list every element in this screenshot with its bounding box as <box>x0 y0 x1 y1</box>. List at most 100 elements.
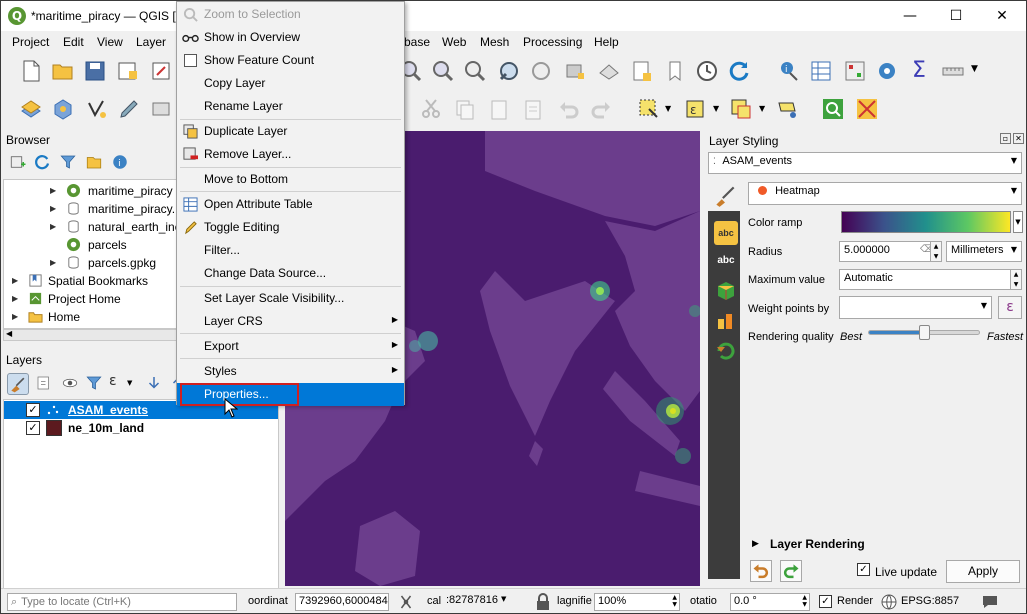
quality-slider-handle[interactable] <box>919 325 930 340</box>
rotation-spinner-icon[interactable]: ▲ ▼ <box>802 594 807 608</box>
menu-web[interactable]: Web <box>442 35 466 49</box>
messages-icon[interactable] <box>981 594 999 610</box>
magnifier-field[interactable]: 100% ▲ ▼ <box>594 593 680 611</box>
add-group-icon[interactable] <box>35 374 53 392</box>
layer-label[interactable]: ne_10m_land <box>68 421 144 435</box>
deselect-icon[interactable] <box>729 97 753 121</box>
zoom-native-icon[interactable] <box>463 59 487 83</box>
maximize-button[interactable]: ☐ <box>933 1 979 31</box>
renderer-combo[interactable]: Heatmap ▼ <box>748 182 1022 205</box>
close-panel-icon[interactable]: ✕ <box>1013 133 1024 144</box>
filter-icon[interactable] <box>59 153 77 171</box>
minimize-button[interactable]: — <box>887 1 933 31</box>
zoom-selection-icon[interactable] <box>529 59 553 83</box>
save-project-icon[interactable] <box>83 59 107 83</box>
more-tools-chevron-icon[interactable]: ▼ <box>971 64 978 74</box>
menu-properties[interactable]: Properties... <box>177 383 404 406</box>
apply-button[interactable]: Apply <box>946 560 1020 583</box>
expression-builder-icon[interactable]: ε <box>998 296 1022 319</box>
expression-dropdown-chevron-icon[interactable]: ▼ <box>713 104 719 113</box>
browser-item[interactable]: natural_earth_inc <box>88 220 181 234</box>
zoom-full-icon[interactable] <box>497 59 521 83</box>
feature-count-checkbox[interactable] <box>184 54 197 67</box>
history-tab-icon[interactable] <box>714 339 738 363</box>
max-value-input[interactable]: Automatic <box>839 269 1011 290</box>
menu-open-attribute-table[interactable]: Open Attribute Table <box>177 193 404 216</box>
zoom-out-icon[interactable] <box>431 59 455 83</box>
scroll-left-icon[interactable]: ◀ <box>6 329 12 338</box>
expand-arrow-icon[interactable]: ▶ <box>50 258 56 267</box>
expand-arrow-icon[interactable]: ▶ <box>50 222 56 231</box>
menu-mesh[interactable]: Mesh <box>480 35 509 49</box>
weight-field-combo[interactable]: ▼ <box>839 296 992 319</box>
browser-item[interactable]: Home <box>48 310 80 324</box>
statistics-sigma-icon[interactable]: Σ <box>907 59 931 83</box>
visibility-eye-icon[interactable] <box>61 374 79 392</box>
open-styling-icon[interactable] <box>7 373 29 395</box>
deselect-dropdown-chevron-icon[interactable]: ▼ <box>759 104 765 113</box>
open-project-icon[interactable] <box>51 59 75 83</box>
render-checkbox[interactable]: ✓ <box>819 595 832 608</box>
radius-spinner-icon[interactable]: ▲ ▼ <box>930 241 942 262</box>
refresh-icon[interactable] <box>727 59 751 83</box>
plugin-tools-icon[interactable] <box>855 97 879 121</box>
crs-button[interactable]: EPSG:8857 <box>901 595 959 607</box>
rotation-field[interactable]: 0.0 ° ▲ ▼ <box>730 593 810 611</box>
expand-arrow-icon[interactable]: ▶ <box>12 294 18 303</box>
coordinate-field[interactable]: 7392960,6000484 <box>295 593 389 611</box>
digitize-line-icon[interactable] <box>85 97 109 121</box>
layer-select-combo[interactable]: ⁚ ASAM_events ▼ <box>708 152 1022 174</box>
float-panel-icon[interactable]: ▫ <box>1000 133 1011 144</box>
browser-item[interactable]: parcels <box>88 238 127 252</box>
locator-search-icon[interactable] <box>821 97 845 121</box>
temporal-clock-icon[interactable] <box>695 59 719 83</box>
menu-help[interactable]: Help <box>594 35 619 49</box>
field-calculator-icon[interactable] <box>843 59 867 83</box>
select-by-expression-icon[interactable]: ε <box>683 97 707 121</box>
new-map-view-icon[interactable] <box>629 59 653 83</box>
3d-view-tab-icon[interactable] <box>714 279 738 303</box>
new-project-icon[interactable] <box>19 59 43 83</box>
edit-pencil-icon[interactable] <box>117 97 141 121</box>
color-ramp-button[interactable] <box>841 211 1011 233</box>
menu-change-data-source[interactable]: Change Data Source... <box>177 262 404 285</box>
lock-icon[interactable] <box>535 593 551 611</box>
labels-tab-icon[interactable]: abc <box>714 221 738 245</box>
layer-checkbox[interactable]: ✓ <box>26 421 40 435</box>
radius-input[interactable]: 5.000000 ⌫ <box>839 241 941 262</box>
expand-arrow-icon[interactable]: ▶ <box>12 276 18 285</box>
quality-slider[interactable] <box>868 325 980 340</box>
menu-processing[interactable]: Processing <box>523 35 582 49</box>
expand-arrow-icon[interactable]: ▶ <box>12 312 18 321</box>
crs-globe-icon[interactable] <box>881 594 897 610</box>
layer-label[interactable]: ASAM_events <box>68 403 148 417</box>
zoom-last-icon[interactable] <box>597 59 621 83</box>
menu-show-feature-count[interactable]: Show Feature Count <box>177 49 404 72</box>
menu-filter[interactable]: Filter... <box>177 239 404 262</box>
menu-view[interactable]: View <box>97 35 123 49</box>
expand-triangle-icon[interactable]: ▶ <box>752 539 759 549</box>
masks-tab-icon[interactable]: abc <box>714 249 738 273</box>
menu-show-in-overview[interactable]: Show in Overview <box>177 26 404 49</box>
radius-unit-combo[interactable]: Millimeters ▼ <box>946 241 1022 262</box>
browser-item[interactable]: Spatial Bookmarks <box>48 274 148 288</box>
processing-toolbox-icon[interactable] <box>875 59 899 83</box>
close-button[interactable]: ✕ <box>979 1 1025 31</box>
info-icon[interactable]: i <box>111 153 129 171</box>
menu-layer-crs[interactable]: Layer CRS ▶ <box>177 310 404 333</box>
layer-rendering-header[interactable]: Layer Rendering <box>770 537 865 551</box>
menu-database[interactable]: base <box>404 35 430 49</box>
menu-toggle-editing[interactable]: Toggle Editing <box>177 216 404 239</box>
menu-edit[interactable]: Edit <box>63 35 84 49</box>
menu-copy-layer[interactable]: Copy Layer <box>177 72 404 95</box>
menu-rename-layer[interactable]: Rename Layer <box>177 95 404 118</box>
menu-project[interactable]: Project <box>12 35 49 49</box>
live-update-checkbox[interactable]: ✓ <box>857 563 870 576</box>
toggle-extents-icon[interactable] <box>397 593 415 611</box>
filter-legend-icon[interactable] <box>85 374 103 392</box>
color-ramp-chevron-icon[interactable]: ▼ <box>1013 211 1023 233</box>
scale-field[interactable]: :82787816 <box>443 593 503 611</box>
select-features-icon[interactable] <box>637 97 661 121</box>
identify-icon[interactable]: i <box>777 59 801 83</box>
attribute-table-icon[interactable] <box>809 59 833 83</box>
